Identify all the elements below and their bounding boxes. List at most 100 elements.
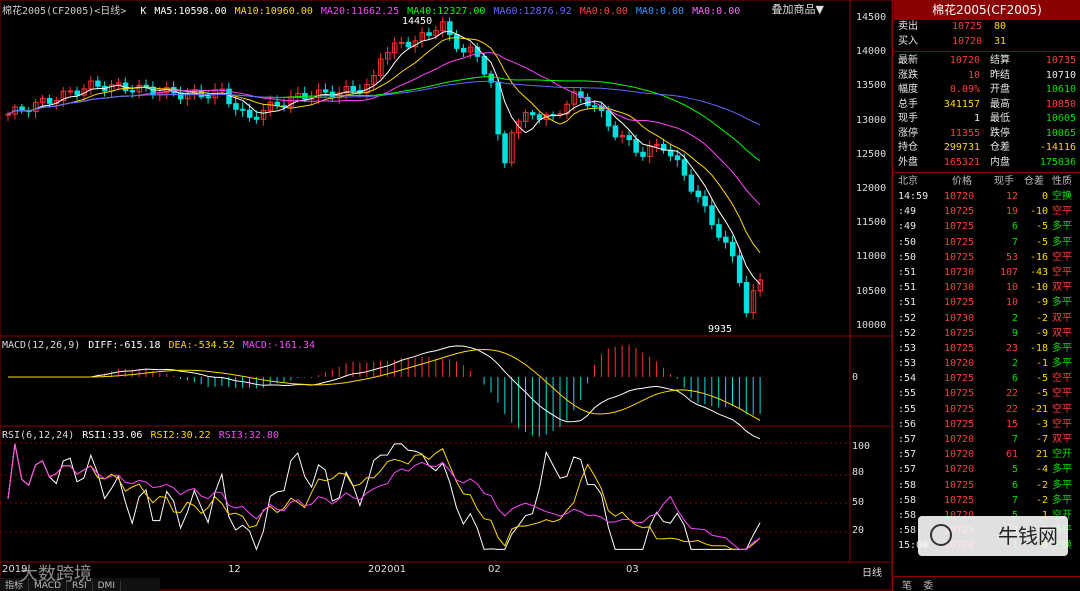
candle-body [585, 96, 591, 107]
tick-col-header: 仓差 [1024, 176, 1044, 187]
candle-body [205, 96, 212, 99]
candle-body [129, 90, 136, 93]
candle-body [46, 98, 53, 104]
tick-row[interactable]: :55 10725 22 -21 空平 [894, 402, 1080, 417]
overlay-commodity-button[interactable]: 叠加商品▼ [772, 1, 824, 17]
kline-chart-canvas[interactable] [0, 0, 893, 591]
candle-body [723, 236, 729, 243]
rsi-tick: 20 [852, 525, 865, 536]
quote-row: 最新 10720 结算 10735 [898, 55, 1076, 66]
rsi-legend-item-1: RSI1:33.06 [82, 430, 143, 441]
ma-legend-item-7: MA0:0.00 [635, 6, 685, 17]
ma-legend-item-0: K [140, 6, 147, 17]
candle-body [495, 81, 501, 135]
tick-row[interactable]: :51 10725 10 -9 多平 [894, 295, 1080, 310]
rsi-tick: 80 [852, 467, 865, 478]
tick-row[interactable]: :52 10725 9 -9 双平 [894, 326, 1080, 341]
ma-legend-item-1: MA5:10598.00 [154, 6, 227, 17]
ma-legend-item-5: MA60:12876.92 [493, 6, 572, 17]
tick-row[interactable]: :50 10725 53 -16 空平 [894, 250, 1080, 265]
indicator-tab-3[interactable]: DMI [93, 581, 121, 591]
macd-legend-item-0: MACD(12,26,9) [2, 340, 81, 351]
price-tick: 12000 [856, 183, 887, 194]
tick-row[interactable]: :54 10725 6 -5 空平 [894, 371, 1080, 386]
order-row: 买入 10720 31 [898, 35, 1007, 47]
tick-row[interactable]: :51 10730 107 -43 空平 [894, 265, 1080, 280]
footer-tab-orders[interactable]: 委 [923, 581, 933, 591]
ma5-line [7, 30, 761, 285]
order-row: 卖出 10725 80 [898, 21, 1007, 32]
candle-body [688, 174, 695, 192]
quote-row: 涨停 11355 跌停 10065 [898, 127, 1076, 139]
candle-body [405, 41, 412, 48]
candle-body [454, 34, 460, 49]
watermark-right: 牛钱网 [918, 516, 1068, 556]
macd-tick: 0 [852, 372, 859, 383]
tick-row[interactable]: :49 10725 6 -5 多平 [894, 219, 1080, 234]
candle-body [730, 241, 736, 257]
candle-body [743, 281, 750, 314]
tick-header: 北京 价格 现手 仓差 性质 [894, 175, 1080, 189]
tick-row[interactable]: :56 10725 15 -3 空平 [894, 417, 1080, 432]
rsi-legend: RSI(6,12,24) RSI1:33.06 RSI2:30.22 RSI3:32.… [2, 430, 287, 441]
candle-body [633, 139, 639, 153]
quote-panel: 棉花2005(CF2005) 卖出 10725 80 买入 10720 31 最新 1072… [894, 0, 1080, 591]
candle-body [529, 112, 536, 116]
tick-row[interactable]: :57 10720 5 -4 多平 [894, 462, 1080, 477]
candle-body [350, 86, 356, 92]
tick-row[interactable]: :58 10725 6 -2 多平 [894, 478, 1080, 493]
candle-body [247, 109, 253, 118]
order-book: 卖出 10725 80 买入 10720 31 [894, 20, 1080, 49]
rsi-legend-item-3: RSI3:32.80 [218, 430, 279, 441]
candle-body [95, 80, 101, 87]
watermark-left: 大数跨境 [20, 564, 92, 585]
price-panel-legend: 棉花2005(CF2005)<日线> K MA5:10598.00 MA10:109… [2, 2, 756, 17]
quote-row: 持仓 299731 仓差 -14116 [898, 142, 1076, 153]
tick-row[interactable]: :57 10720 61 21 空开 [894, 447, 1080, 462]
symbol-header: 棉花2005(CF2005)<日线> [2, 6, 127, 17]
candle-body [716, 224, 722, 238]
tick-row[interactable]: :57 10720 7 -7 双平 [894, 432, 1080, 447]
chart-area[interactable]: 棉花2005(CF2005)<日线> K MA5:10598.00 MA10:109… [0, 0, 893, 591]
price-tick: 14000 [856, 46, 887, 58]
footer-tab-trades[interactable]: 笔 [902, 581, 912, 591]
ma60-line [7, 80, 761, 126]
ma-legend-item-6: MA0:0.00 [579, 6, 628, 17]
candle-body [681, 159, 688, 176]
tick-col-header: 北京 [898, 176, 918, 187]
ma-legend-item-2: MA10:10960.00 [234, 6, 313, 17]
price-tick: 10500 [856, 285, 887, 297]
candle-body [253, 116, 260, 120]
candle-body [695, 190, 701, 198]
macd-legend-item-1: DIFF:-615.18 [88, 340, 161, 351]
dea-line [8, 348, 761, 421]
ma20-line [7, 52, 761, 206]
tick-row[interactable]: :53 10725 23 -18 多平 [894, 341, 1080, 356]
candle-body [240, 108, 246, 111]
tick-row[interactable]: :58 10725 7 -2 多平 [894, 493, 1080, 508]
quote-table: 最新 10720 结算 10735 涨跌 10 昨结 10710 幅度 0.09% 开盘 10610 总… [894, 54, 1080, 170]
tick-row[interactable]: 14:59 10720 12 0 空换 [894, 189, 1080, 204]
tick-row[interactable]: :51 10730 10 -10 双平 [894, 280, 1080, 295]
tick-list[interactable]: 14:59 10720 12 0 空换:49 10725 19 -10 空平:49 10725 6-… [894, 189, 1080, 554]
date-tick: 12 [228, 564, 241, 575]
tick-col-header: 现手 [994, 176, 1014, 187]
tick-row[interactable]: :49 10725 19 -10 空平 [894, 204, 1080, 219]
tick-row[interactable]: :52 10730 2 -2 双平 [894, 311, 1080, 326]
tick-row[interactable]: :50 10725 7 -5 多平 [894, 235, 1080, 250]
tick-row[interactable]: :55 10725 22 -5 空平 [894, 386, 1080, 401]
candle-body [426, 32, 432, 36]
price-tick: 13500 [856, 80, 887, 92]
candle-body [398, 41, 405, 44]
tick-col-header: 价格 [952, 176, 972, 187]
panel-footer: 笔 委 [894, 576, 1080, 591]
candle-body [447, 21, 453, 36]
macd-legend: MACD(12,26,9) DIFF:-615.18 DEA:-534.52 MACD… [2, 340, 323, 351]
ma-legend-item-3: MA20:11662.25 [320, 6, 400, 17]
candle-body [640, 151, 646, 157]
macd-legend-item-2: DEA:-534.52 [168, 340, 235, 351]
candle-body [702, 196, 708, 207]
tick-row[interactable]: :53 10720 2 -1 多平 [894, 356, 1080, 371]
price-tick: 11500 [856, 217, 887, 229]
diff-line [8, 345, 761, 440]
